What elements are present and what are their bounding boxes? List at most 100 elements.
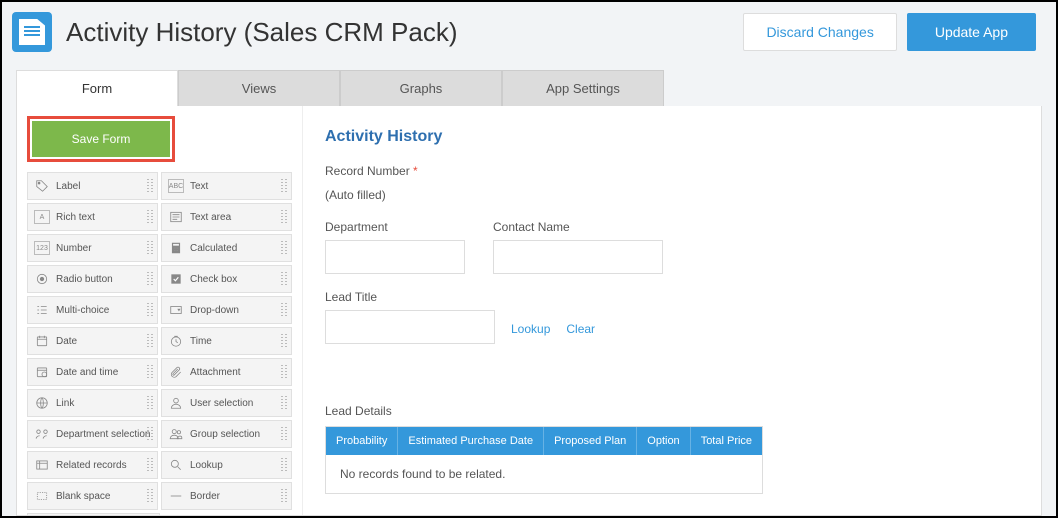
contact-name-input[interactable] [493, 240, 663, 274]
field-type-label: Time [190, 336, 212, 347]
field-type-label: Number [56, 243, 92, 254]
text-icon: ABC [168, 179, 184, 193]
drag-grip-icon [147, 458, 153, 472]
dropdown-icon [168, 302, 184, 318]
field-type-border[interactable]: Border [161, 482, 292, 510]
field-type-label: Check box [190, 274, 237, 285]
drag-grip-icon [281, 241, 287, 255]
drag-grip-icon [147, 365, 153, 379]
field-type-field-group[interactable]: Field group [27, 513, 160, 516]
field-palette: Save Form Label ABC Text A Rich text Text are… [17, 106, 303, 515]
field-type-time[interactable]: Time [161, 327, 292, 355]
update-app-button[interactable]: Update App [907, 13, 1036, 51]
field-type-text-area[interactable]: Text area [161, 203, 292, 231]
section-title: Activity History [325, 128, 1021, 146]
field-type-label: Drop-down [190, 305, 239, 316]
drag-grip-icon [281, 458, 287, 472]
tab-views[interactable]: Views [178, 70, 340, 106]
department-label: Department [325, 220, 465, 234]
field-type-blank-space[interactable]: Blank space [27, 482, 158, 510]
field-type-user-selection[interactable]: User selection [161, 389, 292, 417]
globe-icon [34, 395, 50, 411]
field-type-label: Blank space [56, 491, 110, 502]
drag-grip-icon [281, 427, 287, 441]
page-header: Activity History (Sales CRM Pack) Discar… [2, 2, 1056, 70]
column-header: Probability [326, 427, 398, 455]
drag-grip-icon [281, 210, 287, 224]
lookup-button[interactable]: Lookup [511, 322, 550, 344]
drag-grip-icon [147, 396, 153, 410]
field-type-rich-text[interactable]: A Rich text [27, 203, 158, 231]
radio-icon [34, 271, 50, 287]
field-type-text[interactable]: ABC Text [161, 172, 292, 200]
user-icon [168, 395, 184, 411]
field-type-label: Related records [56, 460, 127, 471]
field-type-label: Link [56, 398, 74, 409]
column-header: Total Price [691, 427, 762, 455]
save-form-highlight: Save Form [27, 116, 175, 162]
border-icon [168, 488, 184, 504]
drag-grip-icon [147, 210, 153, 224]
field-type-label: Label [56, 181, 80, 192]
richtext-icon: A [34, 210, 50, 224]
calendar-icon [34, 333, 50, 349]
field-type-lookup[interactable]: Lookup [161, 451, 292, 479]
blank-icon [34, 488, 50, 504]
tab-form[interactable]: Form [16, 70, 178, 106]
textarea-icon [168, 209, 184, 225]
field-type-label[interactable]: Label [27, 172, 158, 200]
calc-icon [168, 240, 184, 256]
column-header: Estimated Purchase Date [398, 427, 544, 455]
field-type-radio-button[interactable]: Radio button [27, 265, 158, 293]
datetime-icon [34, 364, 50, 380]
department-input[interactable] [325, 240, 465, 274]
drag-grip-icon [147, 427, 153, 441]
field-type-link[interactable]: Link [27, 389, 158, 417]
field-type-attachment[interactable]: Attachment [161, 358, 292, 386]
drag-grip-icon [147, 179, 153, 193]
lead-details-table: ProbabilityEstimated Purchase DatePropos… [325, 426, 763, 494]
tab-graphs[interactable]: Graphs [340, 70, 502, 106]
field-type-label: Group selection [190, 429, 260, 440]
lead-title-label: Lead Title [325, 290, 595, 304]
related-icon [34, 457, 50, 473]
number-icon: 123 [34, 241, 50, 255]
save-form-button[interactable]: Save Form [32, 121, 170, 157]
drag-grip-icon [281, 334, 287, 348]
field-type-label: Rich text [56, 212, 95, 223]
field-type-group-selection[interactable]: Group selection [161, 420, 292, 448]
record-number-label: Record Number * [325, 164, 1021, 178]
field-type-label: Calculated [190, 243, 237, 254]
field-type-multi-choice[interactable]: Multi-choice [27, 296, 158, 324]
field-type-label: Date [56, 336, 77, 347]
tag-icon [34, 178, 50, 194]
tab-bar: FormViewsGraphsApp Settings [2, 70, 1056, 106]
field-type-date[interactable]: Date [27, 327, 158, 355]
lead-details-label: Lead Details [325, 404, 763, 418]
drag-grip-icon [281, 489, 287, 503]
app-title: Activity History (Sales CRM Pack) [66, 17, 729, 48]
clear-button[interactable]: Clear [566, 322, 595, 344]
tab-app-settings[interactable]: App Settings [502, 70, 664, 106]
field-type-label: Date and time [56, 367, 118, 378]
field-type-related-records[interactable]: Related records [27, 451, 158, 479]
field-type-date-and-time[interactable]: Date and time [27, 358, 158, 386]
users-icon [168, 426, 184, 442]
field-type-label: Text area [190, 212, 231, 223]
field-type-label: Text [190, 181, 208, 192]
drag-grip-icon [281, 303, 287, 317]
drag-grip-icon [281, 179, 287, 193]
field-type-calculated[interactable]: Calculated [161, 234, 292, 262]
lead-title-input[interactable] [325, 310, 495, 344]
field-type-number[interactable]: 123 Number [27, 234, 158, 262]
column-header: Proposed Plan [544, 427, 637, 455]
check-icon [168, 271, 184, 287]
field-type-drop-down[interactable]: Drop-down [161, 296, 292, 324]
drag-grip-icon [147, 489, 153, 503]
field-type-department-selection[interactable]: Department selection [27, 420, 158, 448]
column-header: Option [637, 427, 690, 455]
drag-grip-icon [147, 334, 153, 348]
field-type-check-box[interactable]: Check box [161, 265, 292, 293]
form-canvas: Activity History Record Number * (Auto f… [303, 106, 1041, 515]
discard-changes-button[interactable]: Discard Changes [743, 13, 896, 51]
